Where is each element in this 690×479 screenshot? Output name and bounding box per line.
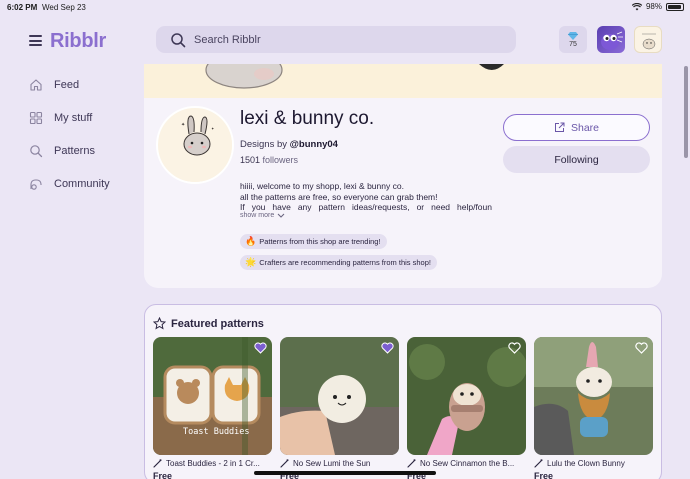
- pattern-image: [534, 337, 653, 455]
- sidebar-item-feed[interactable]: Feed: [28, 68, 138, 101]
- pattern-card[interactable]: No Sew Cinnamon the B... Free: [407, 337, 526, 479]
- sidebar-item-label: My stuff: [54, 111, 93, 124]
- shop-switcher-avatar[interactable]: [634, 26, 662, 53]
- battery-percent: 98%: [645, 2, 662, 11]
- status-time: 6:02 PM: [7, 3, 38, 12]
- gems-count: 75: [569, 40, 577, 48]
- badge-text: Patterns from this shop are trending!: [259, 237, 381, 246]
- pattern-card[interactable]: Lulu the Clown Bunny Free: [534, 337, 653, 479]
- sidebar-item-patterns[interactable]: Patterns: [28, 134, 138, 167]
- followers-label: followers: [262, 155, 299, 165]
- search-bar[interactable]: [156, 26, 516, 53]
- pattern-card[interactable]: Toast Buddies Toast Buddies - 2 in 1 Cr.…: [153, 337, 272, 479]
- star-outline-icon: [153, 317, 166, 330]
- followers-number: 1501: [240, 155, 261, 165]
- description-line: hiiii, welcome to my shopp, lexi & bunny…: [240, 181, 404, 191]
- shop-avatar: ✦ ✦: [156, 106, 234, 184]
- heart-icon-outline[interactable]: [508, 342, 521, 354]
- crochet-hook-icon: [153, 459, 162, 468]
- featured-title: Featured patterns: [153, 317, 264, 330]
- share-label: Share: [570, 121, 600, 134]
- status-indicators: 98%: [631, 2, 684, 11]
- share-button[interactable]: Share: [503, 114, 650, 141]
- shop-description: hiiii, welcome to my shopp, lexi & bunny…: [240, 181, 492, 213]
- followers-count: 1501 followers: [240, 155, 298, 165]
- show-more-label: show more: [240, 212, 275, 219]
- badge-text: Crafters are recommending patterns from …: [259, 258, 431, 267]
- diamond-icon: [568, 31, 578, 40]
- recommended-badge: 🌟 Crafters are recommending patterns fro…: [240, 255, 437, 270]
- pattern-image: [280, 337, 399, 455]
- pattern-image: Toast Buddies: [153, 337, 272, 455]
- share-icon: [554, 122, 565, 132]
- trending-badge: 🔥 Patterns from this shop are trending!: [240, 234, 387, 249]
- scrollbar[interactable]: [684, 66, 688, 158]
- battery-icon: [666, 2, 684, 11]
- image-caption: Toast Buddies: [183, 427, 250, 437]
- description-line: all the patterns are free, so everyone c…: [240, 191, 438, 202]
- designer-link[interactable]: @bunny04: [290, 139, 338, 150]
- home-icon: [28, 77, 44, 93]
- home-indicator[interactable]: [254, 471, 436, 475]
- pattern-price: Free: [534, 471, 554, 479]
- description-line: If you have any pattern ideas/requests, …: [240, 202, 492, 212]
- wifi-icon: [631, 2, 642, 10]
- search-icon: [171, 32, 186, 47]
- sidebar-nav: Feed My stuff Patterns Community: [28, 68, 138, 200]
- following-button[interactable]: Following: [503, 146, 650, 173]
- shop-name: lexi & bunny co.: [240, 108, 375, 129]
- pattern-title: Lulu the Clown Bunny: [534, 459, 653, 468]
- svg-text:✦: ✦: [181, 122, 185, 128]
- chevron-down-icon: [277, 213, 285, 218]
- show-more-link[interactable]: show more: [240, 212, 285, 219]
- grid-icon: [28, 110, 44, 126]
- app-logo[interactable]: Ribblr: [50, 30, 106, 53]
- sidebar-item-label: Feed: [54, 78, 80, 91]
- status-date: Wed Sep 23: [42, 3, 86, 12]
- designs-by-label: Designs by: [240, 139, 287, 150]
- designer-line: Designs by @bunny04: [240, 139, 338, 150]
- status-bar: 6:02 PM Wed Sep 23 98%: [0, 0, 690, 16]
- crochet-hook-icon: [407, 459, 416, 468]
- shop-banner-image: [144, 64, 662, 98]
- hamburger-menu-icon[interactable]: [29, 35, 42, 46]
- user-avatar[interactable]: [597, 26, 625, 53]
- search-input[interactable]: [194, 33, 494, 46]
- heart-icon-outline[interactable]: [635, 342, 648, 354]
- pattern-title: No Sew Lumi the Sun: [280, 459, 399, 468]
- community-icon: [28, 176, 44, 192]
- heart-icon-filled[interactable]: [381, 342, 394, 354]
- sidebar-item-label: Community: [54, 177, 110, 190]
- crochet-hook-icon: [280, 459, 289, 468]
- following-label: Following: [554, 153, 599, 166]
- crochet-hook-icon: [534, 459, 543, 468]
- fire-icon: 🔥: [245, 236, 257, 246]
- sidebar-item-my-stuff[interactable]: My stuff: [28, 101, 138, 134]
- search-icon: [28, 143, 44, 159]
- heart-icon-filled[interactable]: [254, 342, 267, 354]
- pattern-image: [407, 337, 526, 455]
- pattern-title: No Sew Cinnamon the B...: [407, 459, 526, 468]
- pattern-card[interactable]: No Sew Lumi the Sun Free: [280, 337, 399, 479]
- sidebar-item-label: Patterns: [54, 144, 95, 157]
- pattern-title: Toast Buddies - 2 in 1 Cr...: [153, 459, 272, 468]
- gems-counter[interactable]: 75: [559, 26, 587, 53]
- star-icon: 🌟: [245, 257, 257, 267]
- sidebar-item-community[interactable]: Community: [28, 167, 138, 200]
